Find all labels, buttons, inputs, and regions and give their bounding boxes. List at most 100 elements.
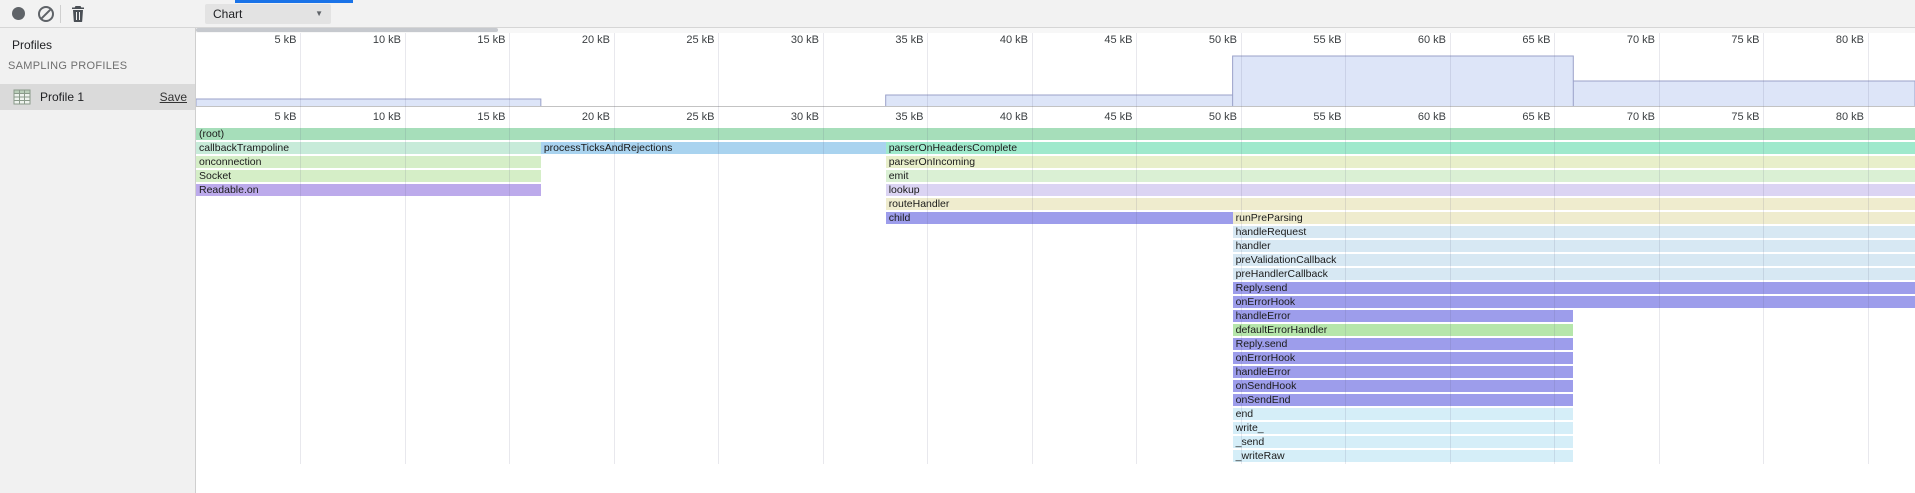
scrollbar-thumb[interactable] <box>196 28 498 32</box>
flame-row: defaultErrorHandler <box>196 324 1915 336</box>
flame-row: Reply.send <box>196 338 1915 350</box>
record-icon[interactable] <box>12 7 25 20</box>
byte-ruler-overview: 5 kB 10 kB 15 kB 20 kB 25 kB 30 kB 35 kB 40 kB 4… <box>196 33 1915 48</box>
flame-chart: (root) callbackTrampolineprocessTicksAndR… <box>196 128 1915 464</box>
ruler-tick-label: 65 kB <box>1474 34 1550 46</box>
ruler-tick-label: 25 kB <box>638 111 714 123</box>
ruler-tick-label: 75 kB <box>1683 34 1759 46</box>
flame-bar[interactable]: routeHandler <box>886 198 1915 210</box>
flame-bar[interactable]: runPreParsing <box>1233 212 1915 224</box>
flame-bar[interactable]: Reply.send <box>1233 282 1915 294</box>
flame-row: _writeRaw <box>196 450 1915 462</box>
flame-chart-pane: 5 kB 10 kB 15 kB 20 kB 25 kB 30 kB 35 kB 40 kB 4… <box>196 28 1915 493</box>
allocation-overview[interactable] <box>196 48 1915 107</box>
ruler-tick-label: 40 kB <box>952 111 1028 123</box>
flame-bar[interactable]: emit <box>886 170 1915 182</box>
flame-row: onSendHook <box>196 380 1915 392</box>
ruler-tick-label: 65 kB <box>1474 111 1550 123</box>
ruler-tick-label: 50 kB <box>1161 111 1237 123</box>
flame-bar[interactable]: end <box>1233 408 1574 420</box>
flame-bar[interactable]: _writeRaw <box>1233 450 1574 462</box>
flame-row: _send <box>196 436 1915 448</box>
clear-icon[interactable] <box>38 6 54 22</box>
flame-row: onErrorHook <box>196 352 1915 364</box>
ruler-tick-label: 50 kB <box>1161 34 1237 46</box>
flame-bar[interactable]: write_ <box>1233 422 1574 434</box>
ruler-tick-label: 35 kB <box>847 34 923 46</box>
flame-bar[interactable]: onconnection <box>196 156 541 168</box>
flame-bar[interactable]: handleError <box>1233 310 1574 322</box>
flame-bar[interactable]: preValidationCallback <box>1233 254 1915 266</box>
flame-bar[interactable]: onErrorHook <box>1233 296 1915 308</box>
byte-ruler-chart: 5 kB10 kB15 kB20 kB25 kB30 kB35 kB40 kB4… <box>196 107 1915 128</box>
overview-silhouette[interactable] <box>196 56 1915 106</box>
delete-profile-icon[interactable] <box>71 6 85 22</box>
ruler-tick-label: 75 kB <box>1683 111 1759 123</box>
ruler-tick-label: 55 kB <box>1265 111 1341 123</box>
sidebar-item-profile-1[interactable]: Profile 1 Save <box>0 84 195 110</box>
flame-bar[interactable]: Readable.on <box>196 184 541 196</box>
flame-bar[interactable]: Socket <box>196 170 541 182</box>
flame-bar[interactable]: lookup <box>886 184 1915 196</box>
sampling-profiles-header: SAMPLING PROFILES <box>8 60 127 72</box>
flame-row: handler <box>196 240 1915 252</box>
flame-bar[interactable]: child <box>886 212 1233 224</box>
flame-row: preValidationCallback <box>196 254 1915 266</box>
flame-bar[interactable]: onSendEnd <box>1233 394 1574 406</box>
ruler-tick-label: 20 kB <box>534 111 610 123</box>
flame-bar[interactable]: _send <box>1233 436 1574 448</box>
flame-row: childrunPreParsing <box>196 212 1915 224</box>
ruler-tick-label: 45 kB <box>1056 34 1132 46</box>
ruler-tick-label: 40 kB <box>952 34 1028 46</box>
flame-bar[interactable]: onSendHook <box>1233 380 1574 392</box>
flame-bar[interactable]: handleError <box>1233 366 1574 378</box>
flame-row: Socket emit <box>196 170 1915 182</box>
profile-icon <box>13 88 31 106</box>
ruler-tick-label: 55 kB <box>1265 34 1341 46</box>
active-tab-indicator <box>235 0 353 3</box>
toolbar-divider <box>60 5 61 23</box>
sidebar-title: Profiles <box>12 38 52 52</box>
flame-row: (root) <box>196 128 1915 140</box>
chart-view-select[interactable]: Chart ▼ <box>205 4 331 24</box>
heap-profiler-panel: Chart ▼ Profiles SAMPLING PROFILES Profi… <box>0 0 1915 493</box>
ruler-tick-label: 30 kB <box>743 111 819 123</box>
flame-row: routeHandler <box>196 198 1915 210</box>
ruler-tick-label: 30 kB <box>743 34 819 46</box>
flame-bar[interactable]: Reply.send <box>1233 338 1574 350</box>
ruler-tick-label: 25 kB <box>638 34 714 46</box>
flame-row: handleRequest <box>196 226 1915 238</box>
flame-bar[interactable]: parserOnHeadersComplete <box>886 142 1915 154</box>
caret-down-icon: ▼ <box>315 4 323 24</box>
flame-row: handleError <box>196 310 1915 322</box>
flame-bar[interactable]: handleRequest <box>1233 226 1915 238</box>
flame-row: preHandlerCallback <box>196 268 1915 280</box>
chart-view-select-value: Chart <box>213 7 242 21</box>
flame-row: handleError <box>196 366 1915 378</box>
flame-bar[interactable]: callbackTrampoline <box>196 142 541 154</box>
flame-row: onconnection parserOnIncoming <box>196 156 1915 168</box>
profile-name: Profile 1 <box>40 90 84 104</box>
flame-bar[interactable]: (root) <box>196 128 1915 140</box>
flame-bar[interactable]: defaultErrorHandler <box>1233 324 1574 336</box>
flame-row: Readable.on lookup <box>196 184 1915 196</box>
ruler-tick-label: 60 kB <box>1370 111 1446 123</box>
ruler-tick-label: 70 kB <box>1579 34 1655 46</box>
ruler-tick-label: 10 kB <box>325 34 401 46</box>
flame-bar[interactable]: handler <box>1233 240 1915 252</box>
flame-row: write_ <box>196 422 1915 434</box>
ruler-tick-label: 20 kB <box>534 34 610 46</box>
flame-bar[interactable]: onErrorHook <box>1233 352 1574 364</box>
flame-row: end <box>196 408 1915 420</box>
ruler-tick-label: 70 kB <box>1579 111 1655 123</box>
flame-row: onSendEnd <box>196 394 1915 406</box>
flame-bar[interactable]: processTicksAndRejections <box>541 142 886 154</box>
ruler-tick-label: 15 kB <box>429 34 505 46</box>
flame-bar[interactable]: parserOnIncoming <box>886 156 1915 168</box>
ruler-tick-label: 80 kB <box>1788 34 1864 46</box>
ruler-tick-label: 80 kB <box>1788 111 1864 123</box>
flame-bar[interactable]: preHandlerCallback <box>1233 268 1915 280</box>
ruler-tick-label: 5 kB <box>220 34 296 46</box>
save-profile-link[interactable]: Save <box>160 90 187 104</box>
ruler-tick-label: 35 kB <box>847 111 923 123</box>
